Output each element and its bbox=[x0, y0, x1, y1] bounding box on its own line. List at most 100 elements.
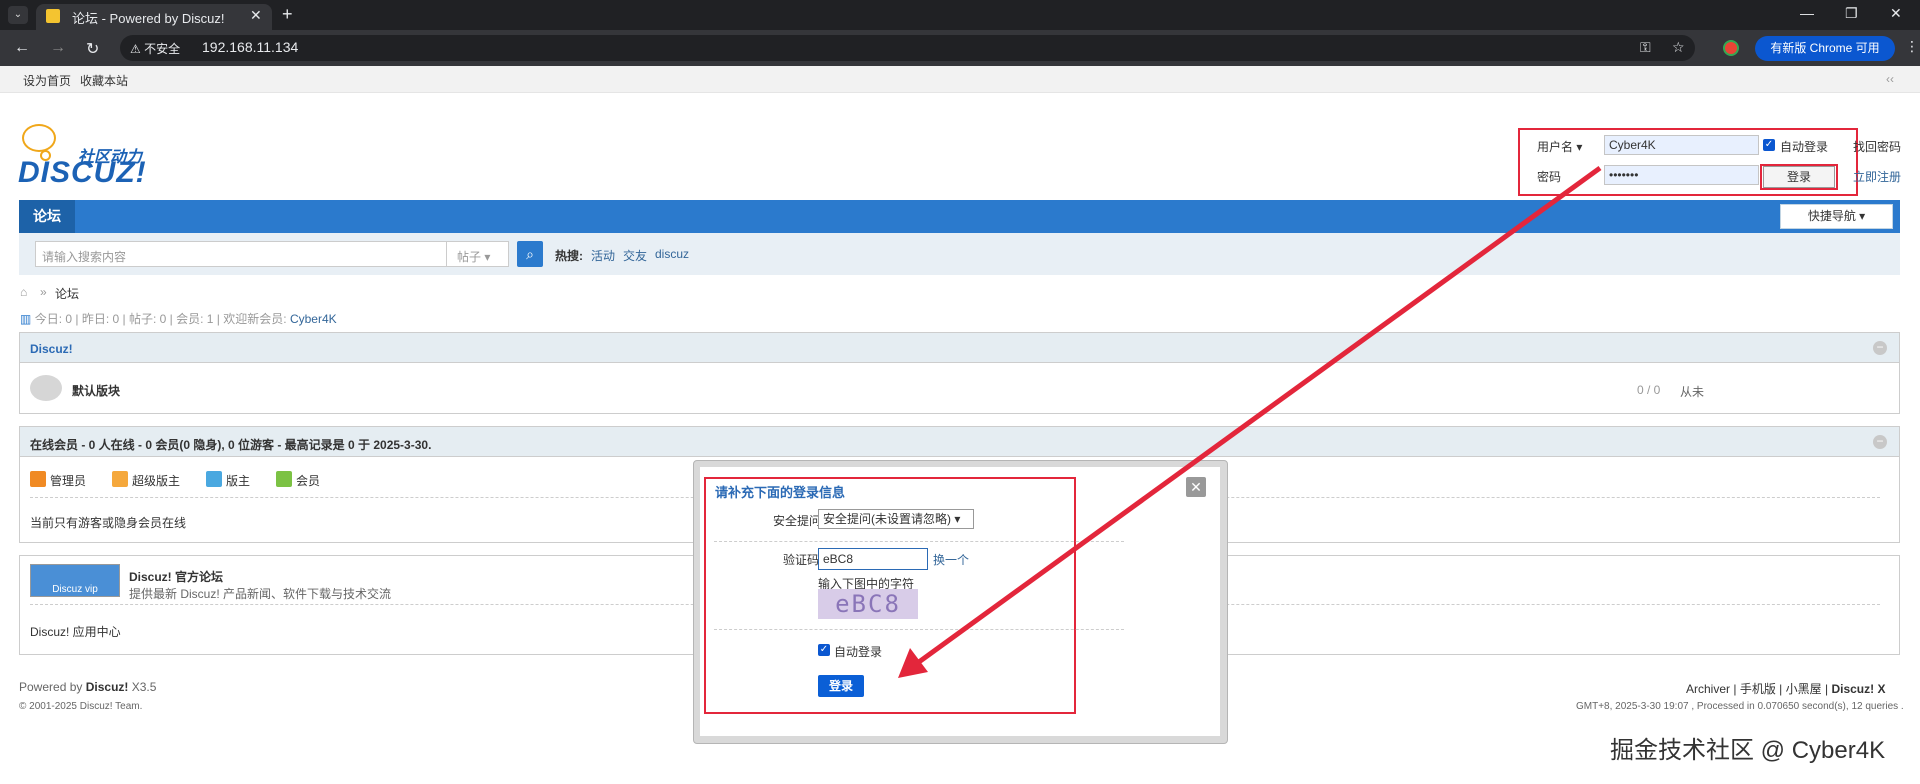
forward-icon[interactable]: → bbox=[50, 39, 66, 57]
stat-members: 会员: 1 bbox=[176, 312, 214, 326]
tab-close-icon[interactable]: ✕ bbox=[250, 7, 262, 24]
username-label-text: 用户名 bbox=[1537, 140, 1574, 154]
official-forum-desc: 提供最新 Discuz! 产品新闻、软件下载与技术交流 bbox=[129, 587, 392, 601]
stat-posts: 帖子: 0 bbox=[128, 312, 167, 326]
chrome-menu-icon[interactable]: ⋮ bbox=[1905, 38, 1919, 55]
captcha-input[interactable]: eBC8 bbox=[818, 548, 928, 570]
collapse-category-icon[interactable]: − bbox=[1873, 341, 1887, 355]
collapse-icon[interactable]: ‹‹ bbox=[1886, 72, 1894, 86]
search-type-select[interactable]: 帖子 ▾ bbox=[447, 241, 509, 267]
collapse-online-icon[interactable]: − bbox=[1873, 435, 1887, 449]
captcha-refresh-link[interactable]: 换一个 bbox=[933, 551, 969, 568]
hot-term-link[interactable]: discuz bbox=[655, 247, 689, 261]
divider bbox=[714, 629, 1124, 630]
member-icon bbox=[276, 471, 292, 487]
login-dialog: 请补充下面的登录信息 ✕ 安全提问: 安全提问(未设置请忽略) ▾ 验证码: e… bbox=[693, 460, 1228, 744]
footer-brand-link[interactable]: Discuz! bbox=[86, 680, 129, 694]
tab-title: 论坛 - Powered by Discuz! bbox=[72, 11, 225, 26]
security-question-value: 安全提问(未设置请忽略) bbox=[823, 512, 951, 526]
profile-icon[interactable] bbox=[1723, 40, 1739, 56]
restore-icon[interactable]: ❐ bbox=[1845, 5, 1858, 22]
search-input[interactable]: 请输入搜索内容 bbox=[35, 241, 447, 267]
stat-today: 今日: 0 bbox=[34, 312, 73, 326]
search-type-label: 帖子 bbox=[457, 250, 482, 264]
forum-category-title[interactable]: Discuz! bbox=[30, 342, 73, 356]
dialog-close-icon[interactable]: ✕ bbox=[1186, 477, 1206, 497]
nav-tab-forum[interactable]: 论坛 bbox=[19, 200, 75, 233]
legend-admin: 管理员 bbox=[50, 474, 87, 488]
forum-counts: 0 / 0 bbox=[1637, 383, 1661, 397]
chrome-update-button[interactable]: 有新版 Chrome 可用 bbox=[1755, 36, 1895, 61]
footer-copyright: © 2001-2025 Discuz! Team. bbox=[19, 701, 143, 712]
username-input[interactable]: Cyber4K bbox=[1604, 135, 1759, 155]
legend-member: 会员 bbox=[296, 474, 321, 488]
captcha-label: 验证码: bbox=[783, 553, 823, 567]
set-home-link[interactable]: 设为首页 bbox=[23, 72, 71, 89]
bookmark-star-icon[interactable]: ☆ bbox=[1672, 39, 1685, 56]
divider bbox=[714, 541, 1124, 542]
forum-stats: ▥ 今日: 0 | 昨日: 0 | 帖子: 0 | 会员: 1 | 欢迎新会员:… bbox=[20, 312, 337, 326]
mobile-link[interactable]: 手机版 bbox=[1740, 682, 1776, 696]
username-label[interactable]: 用户名 ▾ bbox=[1537, 138, 1582, 155]
password-input[interactable]: ••••••• bbox=[1604, 165, 1759, 185]
dialog-auto-login-checkbox[interactable]: ✓ bbox=[818, 644, 830, 656]
forum-status-icon bbox=[30, 375, 62, 401]
new-tab-icon[interactable]: + bbox=[282, 4, 293, 25]
insecure-label: 不安全 bbox=[144, 42, 181, 56]
legend-super-mod: 超级版主 bbox=[132, 474, 181, 488]
forum-board-link[interactable]: 默认版块 bbox=[72, 382, 120, 399]
online-note: 当前只有游客或隐身会员在线 bbox=[30, 516, 187, 530]
dialog-title: 请补充下面的登录信息 bbox=[715, 485, 846, 500]
blacklist-link[interactable]: 小黑屋 bbox=[1786, 682, 1822, 696]
footer-powered: Powered by Discuz! X3.5 bbox=[19, 680, 156, 694]
auto-login-checkbox[interactable]: ✓ bbox=[1763, 139, 1775, 151]
security-question-label: 安全提问: bbox=[773, 514, 825, 528]
online-title[interactable]: 在线会员 - 0 人在线 - 0 会员(0 隐身), 0 位游客 - 最高记录是… bbox=[30, 436, 431, 453]
legend-mod: 版主 bbox=[226, 474, 251, 488]
dialog-login-button[interactable]: 登录 bbox=[818, 675, 864, 697]
bookmark-site-link[interactable]: 收藏本站 bbox=[80, 72, 128, 89]
quick-nav-label: 快捷导航 bbox=[1807, 209, 1856, 223]
back-icon[interactable]: ← bbox=[14, 39, 30, 57]
password-key-icon[interactable]: ⚿ bbox=[1640, 39, 1651, 56]
reload-icon[interactable]: ↻ bbox=[86, 39, 99, 59]
newest-member-link[interactable]: Cyber4K bbox=[290, 312, 337, 326]
forgot-password-link[interactable]: 找回密码 bbox=[1853, 138, 1901, 155]
discuz-x-link[interactable]: Discuz! X bbox=[1831, 682, 1885, 696]
auto-login-label: 自动登录 bbox=[1780, 140, 1829, 154]
url-text[interactable]: 192.168.11.134 bbox=[202, 39, 298, 55]
forum-last-post: 从未 bbox=[1680, 385, 1705, 399]
admin-icon bbox=[30, 471, 46, 487]
breadcrumb-current[interactable]: 论坛 bbox=[55, 285, 79, 302]
quick-nav-button[interactable]: 快捷导航 ▾ bbox=[1780, 204, 1893, 229]
search-button[interactable]: ⌕ bbox=[517, 241, 543, 267]
insecure-indicator[interactable]: ⚠ 不安全 bbox=[130, 40, 180, 57]
password-label: 密码 bbox=[1537, 170, 1562, 184]
badge-text: Discuz vip bbox=[52, 584, 98, 595]
hot-term-link[interactable]: 交友 bbox=[623, 247, 647, 264]
footer-powered-label: Powered by bbox=[19, 680, 83, 694]
captcha-image[interactable]: eBC8 bbox=[818, 589, 918, 619]
official-forum-link[interactable]: Discuz! 官方论坛 bbox=[129, 568, 223, 585]
address-bar[interactable]: ⚠ 不安全 192.168.11.134 ⚿ ☆ bbox=[120, 35, 1695, 61]
login-dialog-panel: 请补充下面的登录信息 ✕ 安全提问: 安全提问(未设置请忽略) ▾ 验证码: e… bbox=[700, 467, 1220, 736]
dialog-auto-login-label: 自动登录 bbox=[834, 645, 883, 659]
app-center-link[interactable]: Discuz! 应用中心 bbox=[30, 623, 121, 640]
top-links-bar: 设为首页 收藏本站 ‹‹ bbox=[0, 66, 1920, 93]
register-link[interactable]: 立即注册 bbox=[1853, 168, 1901, 185]
forum-category-header: Discuz! − bbox=[19, 332, 1900, 363]
home-icon[interactable]: ⌂ bbox=[20, 285, 27, 299]
browser-tab-strip: ⌄ 论坛 - Powered by Discuz! ✕ + — ❐ ✕ bbox=[0, 0, 1920, 30]
security-question-select[interactable]: 安全提问(未设置请忽略) ▾ bbox=[818, 509, 974, 529]
hot-term-link[interactable]: 活动 bbox=[591, 247, 615, 264]
close-window-icon[interactable]: ✕ bbox=[1890, 5, 1902, 22]
footer-version: X3.5 bbox=[131, 680, 157, 694]
browser-tab[interactable]: 论坛 - Powered by Discuz! ✕ bbox=[36, 4, 272, 30]
discuz-vip-badge[interactable]: Discuz vip bbox=[30, 564, 120, 597]
archiver-link[interactable]: Archiver bbox=[1686, 682, 1730, 696]
tab-search-button[interactable]: ⌄ bbox=[8, 6, 28, 24]
minimize-icon[interactable]: — bbox=[1800, 5, 1814, 21]
login-button[interactable]: 登录 bbox=[1763, 166, 1835, 188]
breadcrumb-separator-icon: » bbox=[40, 285, 47, 299]
mod-icon bbox=[206, 471, 222, 487]
